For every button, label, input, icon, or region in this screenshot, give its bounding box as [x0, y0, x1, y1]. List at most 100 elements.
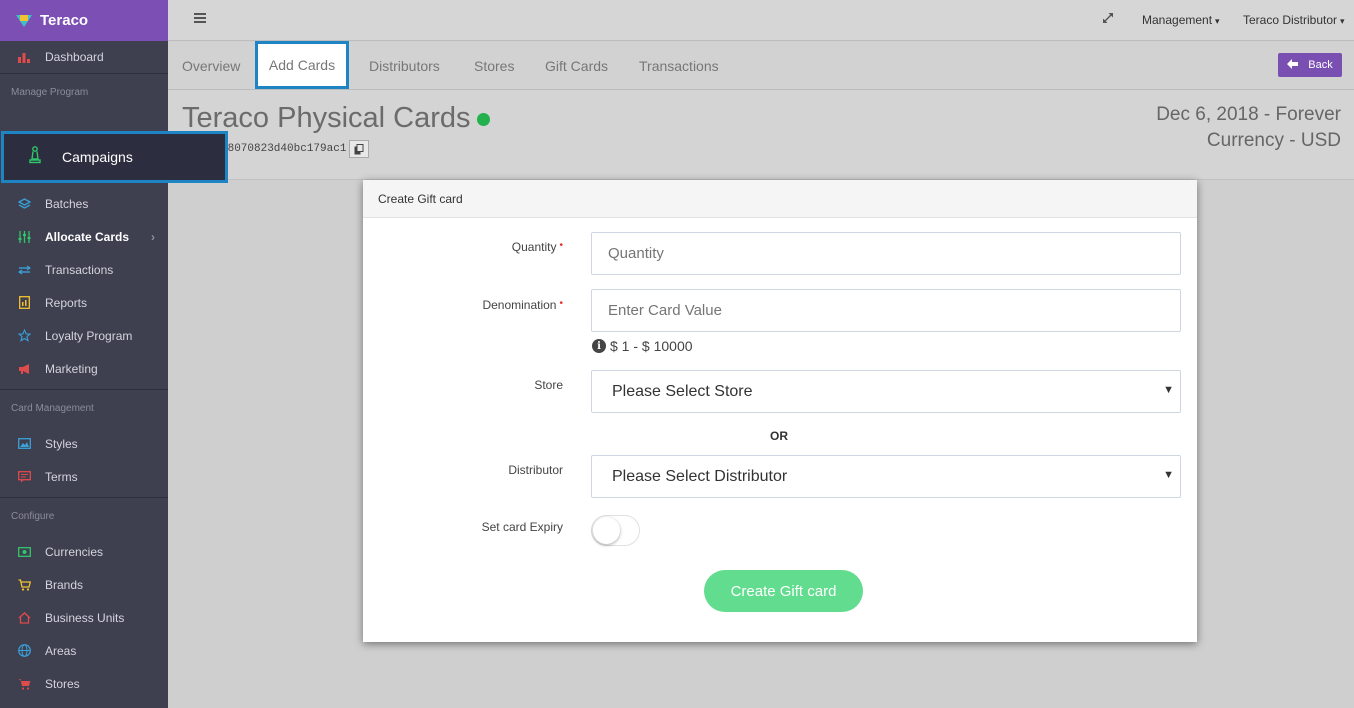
- campaign-title: Teraco Physical Cards: [182, 102, 471, 134]
- distributor-selected-value: Please Select Distributor: [612, 467, 788, 485]
- back-button[interactable]: Back: [1278, 53, 1342, 77]
- sidebar-item-label: Terms: [45, 469, 78, 484]
- sidebar-item-dashboard[interactable]: Dashboard: [0, 41, 168, 73]
- expiry-label: Set card Expiry: [481, 520, 563, 534]
- tab-distributors[interactable]: Distributors: [369, 58, 440, 74]
- caret-down-icon: ▼: [1163, 469, 1174, 481]
- toggle-knob: [593, 517, 620, 544]
- store-label: Store: [534, 378, 563, 392]
- date-range: Dec 6, 2018 - Forever: [1156, 104, 1341, 125]
- sidebar-item-stores[interactable]: Stores: [0, 667, 168, 700]
- sidebar-item-label: Styles: [45, 436, 78, 451]
- sidebar-item-terms[interactable]: Terms: [0, 460, 168, 493]
- megaphone-icon: [17, 362, 31, 376]
- status-dot: [476, 112, 490, 126]
- star-icon: [17, 329, 31, 343]
- quantity-input[interactable]: [591, 232, 1181, 275]
- sidebar-item-label: Dashboard: [45, 50, 104, 64]
- management-label: Management: [1142, 13, 1213, 27]
- comment-icon: [17, 470, 31, 484]
- layers-icon: [17, 197, 31, 211]
- denomination-hint-text: $ 1 - $ 10000: [610, 338, 693, 354]
- home-icon: [17, 611, 31, 625]
- tab-gift-cards[interactable]: Gift Cards: [545, 58, 608, 74]
- shopping-cart-icon: [17, 677, 31, 691]
- store-selected-value: Please Select Store: [612, 382, 753, 400]
- page-header: Teraco Physical Cards _8070823d40bc179ac…: [168, 90, 1354, 180]
- campaign-id: _8070823d40bc179ac1: [221, 143, 347, 155]
- create-gift-card-button[interactable]: Create Gift card: [704, 570, 863, 612]
- tab-overview[interactable]: Overview: [182, 58, 240, 74]
- sidebar: Teraco Dashboard Manage Program Batches …: [0, 0, 168, 708]
- sidebar-item-label: Business Units: [45, 610, 125, 625]
- denomination-hint: i $ 1 - $ 10000: [592, 338, 693, 354]
- sidebar-item-areas[interactable]: Areas: [0, 634, 168, 667]
- sidebar-item-label: Stores: [45, 676, 80, 691]
- report-icon: [17, 296, 31, 310]
- sidebar-item-label: Campaigns: [62, 149, 133, 165]
- sidebar-item-currencies[interactable]: Currencies: [0, 535, 168, 568]
- section-label-card-management: Card Management: [0, 389, 168, 427]
- bar-chart-icon: [17, 50, 31, 64]
- required-marker: •: [559, 240, 563, 251]
- chevron-right-icon: ›: [151, 229, 156, 244]
- teraco-logo-icon: [16, 13, 32, 29]
- image-icon: [17, 437, 31, 451]
- back-label: Back: [1308, 59, 1333, 71]
- menu-toggle-icon[interactable]: [194, 13, 206, 25]
- sidebar-item-label: Brands: [45, 577, 84, 592]
- chess-pawn-icon: [28, 145, 42, 169]
- distributor-label: Distributor: [508, 463, 563, 477]
- sidebar-item-label: Reports: [45, 295, 88, 310]
- management-dropdown[interactable]: Management ▾: [1142, 13, 1220, 27]
- tab-add-cards[interactable]: Add Cards: [255, 41, 349, 89]
- money-icon: [17, 545, 31, 559]
- tab-stores[interactable]: Stores: [474, 58, 514, 74]
- denomination-label: Denomination •: [363, 298, 563, 312]
- brand-name: Teraco: [40, 12, 89, 29]
- globe-icon: [17, 644, 31, 658]
- modal-title: Create Gift card: [363, 180, 1197, 218]
- copy-icon[interactable]: [349, 140, 369, 158]
- user-dropdown[interactable]: Teraco Distributor ▾: [1243, 13, 1345, 27]
- page-title: Teraco Physical Cards: [182, 102, 490, 135]
- brand[interactable]: Teraco: [0, 0, 168, 41]
- expand-icon[interactable]: [1102, 12, 1114, 27]
- sidebar-item-transactions[interactable]: Transactions: [0, 253, 168, 286]
- sidebar-item-batches[interactable]: Batches: [0, 187, 168, 220]
- caret-down-icon: ▾: [1215, 16, 1220, 26]
- sidebar-item-label: Currencies: [45, 544, 104, 559]
- denomination-input[interactable]: [591, 289, 1181, 332]
- currency: Currency - USD: [1206, 130, 1341, 151]
- sidebar-item-label: Allocate Cards: [45, 229, 130, 244]
- top-bar: Management ▾ Teraco Distributor ▾: [168, 0, 1354, 41]
- info-icon: i: [592, 339, 606, 353]
- sidebar-item-label: Transactions: [45, 262, 114, 277]
- section-label-manage-program: Manage Program: [0, 73, 168, 111]
- create-gift-card-modal: Create Gift card Quantity• Denomination•…: [363, 180, 1197, 642]
- expiry-toggle[interactable]: [591, 515, 640, 546]
- sidebar-item-campaigns[interactable]: Campaigns: [1, 131, 228, 183]
- sidebar-item-reports[interactable]: Reports: [0, 286, 168, 319]
- sidebar-item-label: Loyalty Program: [45, 328, 133, 343]
- sidebar-item-label: Areas: [45, 643, 77, 658]
- sidebar-item-marketing[interactable]: Marketing: [0, 352, 168, 385]
- distributor-select[interactable]: Please Select Distributor ▼: [591, 455, 1181, 498]
- sidebar-item-brands[interactable]: Brands: [0, 568, 168, 601]
- store-select[interactable]: Please Select Store ▼: [591, 370, 1181, 413]
- or-separator: OR: [770, 429, 788, 443]
- sidebar-item-loyalty-program[interactable]: Loyalty Program: [0, 319, 168, 352]
- cart-icon: [17, 578, 31, 592]
- caret-down-icon: ▾: [1340, 16, 1345, 26]
- user-label: Teraco Distributor: [1243, 13, 1338, 27]
- campaign-tabs: Overview Add Cards Distributors Stores G…: [168, 41, 1354, 90]
- quantity-label: Quantity •: [363, 240, 563, 254]
- arrow-left-icon: [1287, 58, 1299, 72]
- sidebar-item-business-units[interactable]: Business Units: [0, 601, 168, 634]
- quantity-label-text: Quantity: [511, 240, 557, 254]
- sidebar-item-allocate-cards[interactable]: Allocate Cards ›: [0, 220, 168, 253]
- tab-transactions[interactable]: Transactions: [639, 58, 719, 74]
- required-marker: •: [559, 298, 563, 309]
- sidebar-item-styles[interactable]: Styles: [0, 427, 168, 460]
- caret-down-icon: ▼: [1163, 384, 1174, 396]
